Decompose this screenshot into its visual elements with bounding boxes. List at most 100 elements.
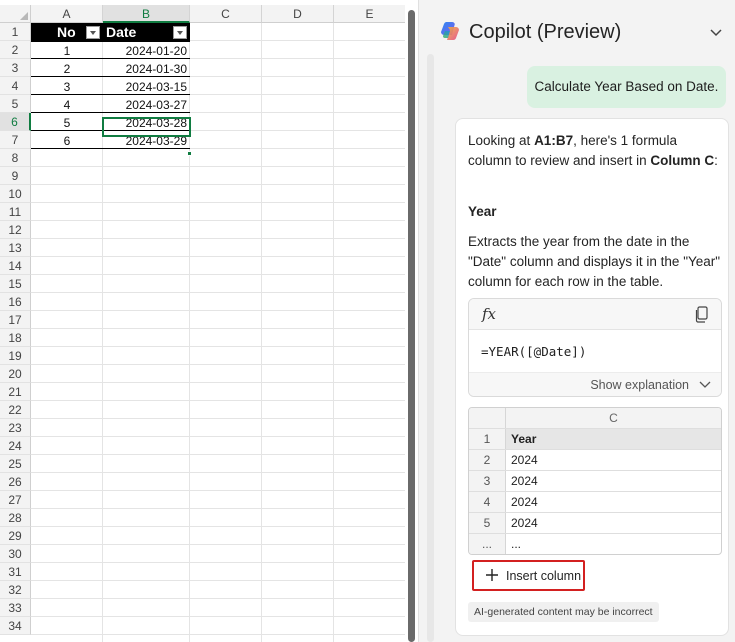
- row-header[interactable]: 14: [0, 257, 31, 275]
- grid-line: [31, 328, 405, 329]
- target-column: Column C: [650, 153, 715, 168]
- grid-line: [31, 616, 405, 617]
- row-header[interactable]: 16: [0, 293, 31, 311]
- column-header-d[interactable]: D: [262, 5, 334, 23]
- row-header[interactable]: 33: [0, 599, 31, 617]
- row-header[interactable]: 26: [0, 473, 31, 491]
- row-header[interactable]: 20: [0, 365, 31, 383]
- column-header-c[interactable]: C: [190, 5, 262, 23]
- column-preview-table: C 1 Year 2 2024 3 2024 4 2024 5 2024......: [468, 407, 722, 555]
- grid-line: [31, 238, 405, 239]
- ai-disclaimer-badge: AI-generated content may be incorrect: [468, 602, 659, 622]
- copilot-logo-icon: [441, 22, 459, 40]
- select-all-corner[interactable]: [0, 5, 31, 23]
- grid-line: [31, 508, 405, 509]
- filter-dropdown-icon[interactable]: [173, 26, 187, 39]
- table-header-no[interactable]: No: [31, 23, 103, 42]
- row-header[interactable]: 22: [0, 401, 31, 419]
- grid-line: [31, 184, 405, 185]
- grid-line: [31, 346, 405, 347]
- row-header[interactable]: 32: [0, 581, 31, 599]
- table-header-date[interactable]: Date: [103, 23, 190, 42]
- row-header[interactable]: 30: [0, 545, 31, 563]
- show-explanation-toggle[interactable]: Show explanation: [469, 372, 721, 396]
- pane-scrollbar[interactable]: [427, 54, 434, 642]
- copilot-pane: Copilot (Preview) Calculate Year Based o…: [418, 0, 735, 642]
- column-header-b[interactable]: B: [103, 5, 190, 23]
- row-header[interactable]: 11: [0, 203, 31, 221]
- row-header[interactable]: 25: [0, 455, 31, 473]
- range-reference: A1:B7: [534, 133, 574, 148]
- user-message-bubble: Calculate Year Based on Date.: [527, 66, 726, 108]
- grid-line: [31, 436, 405, 437]
- table-header-date-label: Date: [106, 24, 137, 40]
- row-header[interactable]: 2: [0, 41, 31, 59]
- insert-column-label: Insert column: [506, 569, 582, 583]
- row-header[interactable]: 24: [0, 437, 31, 455]
- formula-text: =YEAR([@Date]): [481, 344, 587, 359]
- row-header[interactable]: 4: [0, 77, 31, 95]
- column-header-e[interactable]: E: [334, 5, 405, 23]
- filter-dropdown-icon[interactable]: [86, 26, 100, 39]
- pane-splitter[interactable]: [405, 0, 418, 642]
- row-header[interactable]: 27: [0, 491, 31, 509]
- preview-column-header: C: [469, 408, 721, 429]
- grid-line: [31, 472, 405, 473]
- row-header[interactable]: 9: [0, 167, 31, 185]
- preview-row: 4 2024: [469, 492, 721, 513]
- grid-line: [31, 364, 405, 365]
- table-row-border: [31, 94, 190, 95]
- row-header[interactable]: 8: [0, 149, 31, 167]
- grid-line: [31, 202, 405, 203]
- row-header[interactable]: 19: [0, 347, 31, 365]
- row-header[interactable]: 17: [0, 311, 31, 329]
- row-header[interactable]: 7: [0, 131, 31, 149]
- preview-row-number: ...: [469, 534, 506, 554]
- row-header[interactable]: 23: [0, 419, 31, 437]
- row-header[interactable]: 29: [0, 527, 31, 545]
- row-header[interactable]: 3: [0, 59, 31, 77]
- row-header[interactable]: 10: [0, 185, 31, 203]
- grid-line: [31, 526, 405, 527]
- copy-icon[interactable]: [695, 306, 709, 323]
- splitter-handle[interactable]: [408, 10, 415, 642]
- grid-line: [31, 382, 405, 383]
- chevron-down-icon: [699, 381, 711, 388]
- row-header[interactable]: 12: [0, 221, 31, 239]
- row-header[interactable]: 5: [0, 95, 31, 113]
- formula-box: fx =YEAR([@Date]) Show explanation: [468, 298, 722, 397]
- preview-cell-value: 2024: [511, 495, 538, 509]
- fill-handle[interactable]: [187, 151, 192, 156]
- grid-line: [31, 454, 405, 455]
- row-header[interactable]: 34: [0, 617, 31, 635]
- preview-row: 3 2024: [469, 471, 721, 492]
- grid-line: [31, 544, 405, 545]
- row-header[interactable]: 18: [0, 329, 31, 347]
- preview-cell-value: Year: [511, 432, 537, 446]
- row-header[interactable]: 31: [0, 563, 31, 581]
- row-header[interactable]: 13: [0, 239, 31, 257]
- suggestion-title: Year: [468, 204, 497, 219]
- preview-cell-value: ...: [511, 537, 522, 551]
- row-header[interactable]: 15: [0, 275, 31, 293]
- copilot-response-card: Looking at A1:B7, here's 1 formula colum…: [455, 118, 729, 636]
- preview-row-number: 3: [469, 471, 506, 491]
- row-header[interactable]: 21: [0, 383, 31, 401]
- response-intro: Looking at A1:B7, here's 1 formula colum…: [468, 133, 718, 168]
- show-explanation-label: Show explanation: [590, 378, 689, 392]
- column-header-a[interactable]: A: [31, 5, 103, 23]
- row-header[interactable]: 1: [0, 23, 31, 41]
- spreadsheet-grid[interactable]: A B C D E 1 2 3 4 5 6 7 8 9 10 11 12 13 14 15 16 17 18 19 2…: [0, 0, 405, 642]
- table-row-border: [31, 58, 190, 59]
- grid-line: [333, 23, 334, 642]
- grid-line: [31, 166, 405, 167]
- preview-row-number: 4: [469, 492, 506, 512]
- row-header[interactable]: 6: [0, 113, 31, 131]
- chevron-down-icon[interactable]: [708, 24, 724, 40]
- row-header[interactable]: 28: [0, 509, 31, 527]
- suggestion-description: Extracts the year from the date in the "…: [468, 234, 721, 289]
- insert-column-button[interactable]: Insert column: [472, 560, 585, 591]
- grid-line: [31, 580, 405, 581]
- preview-row: 5 2024: [469, 513, 721, 534]
- table-header-no-label: No: [57, 24, 76, 40]
